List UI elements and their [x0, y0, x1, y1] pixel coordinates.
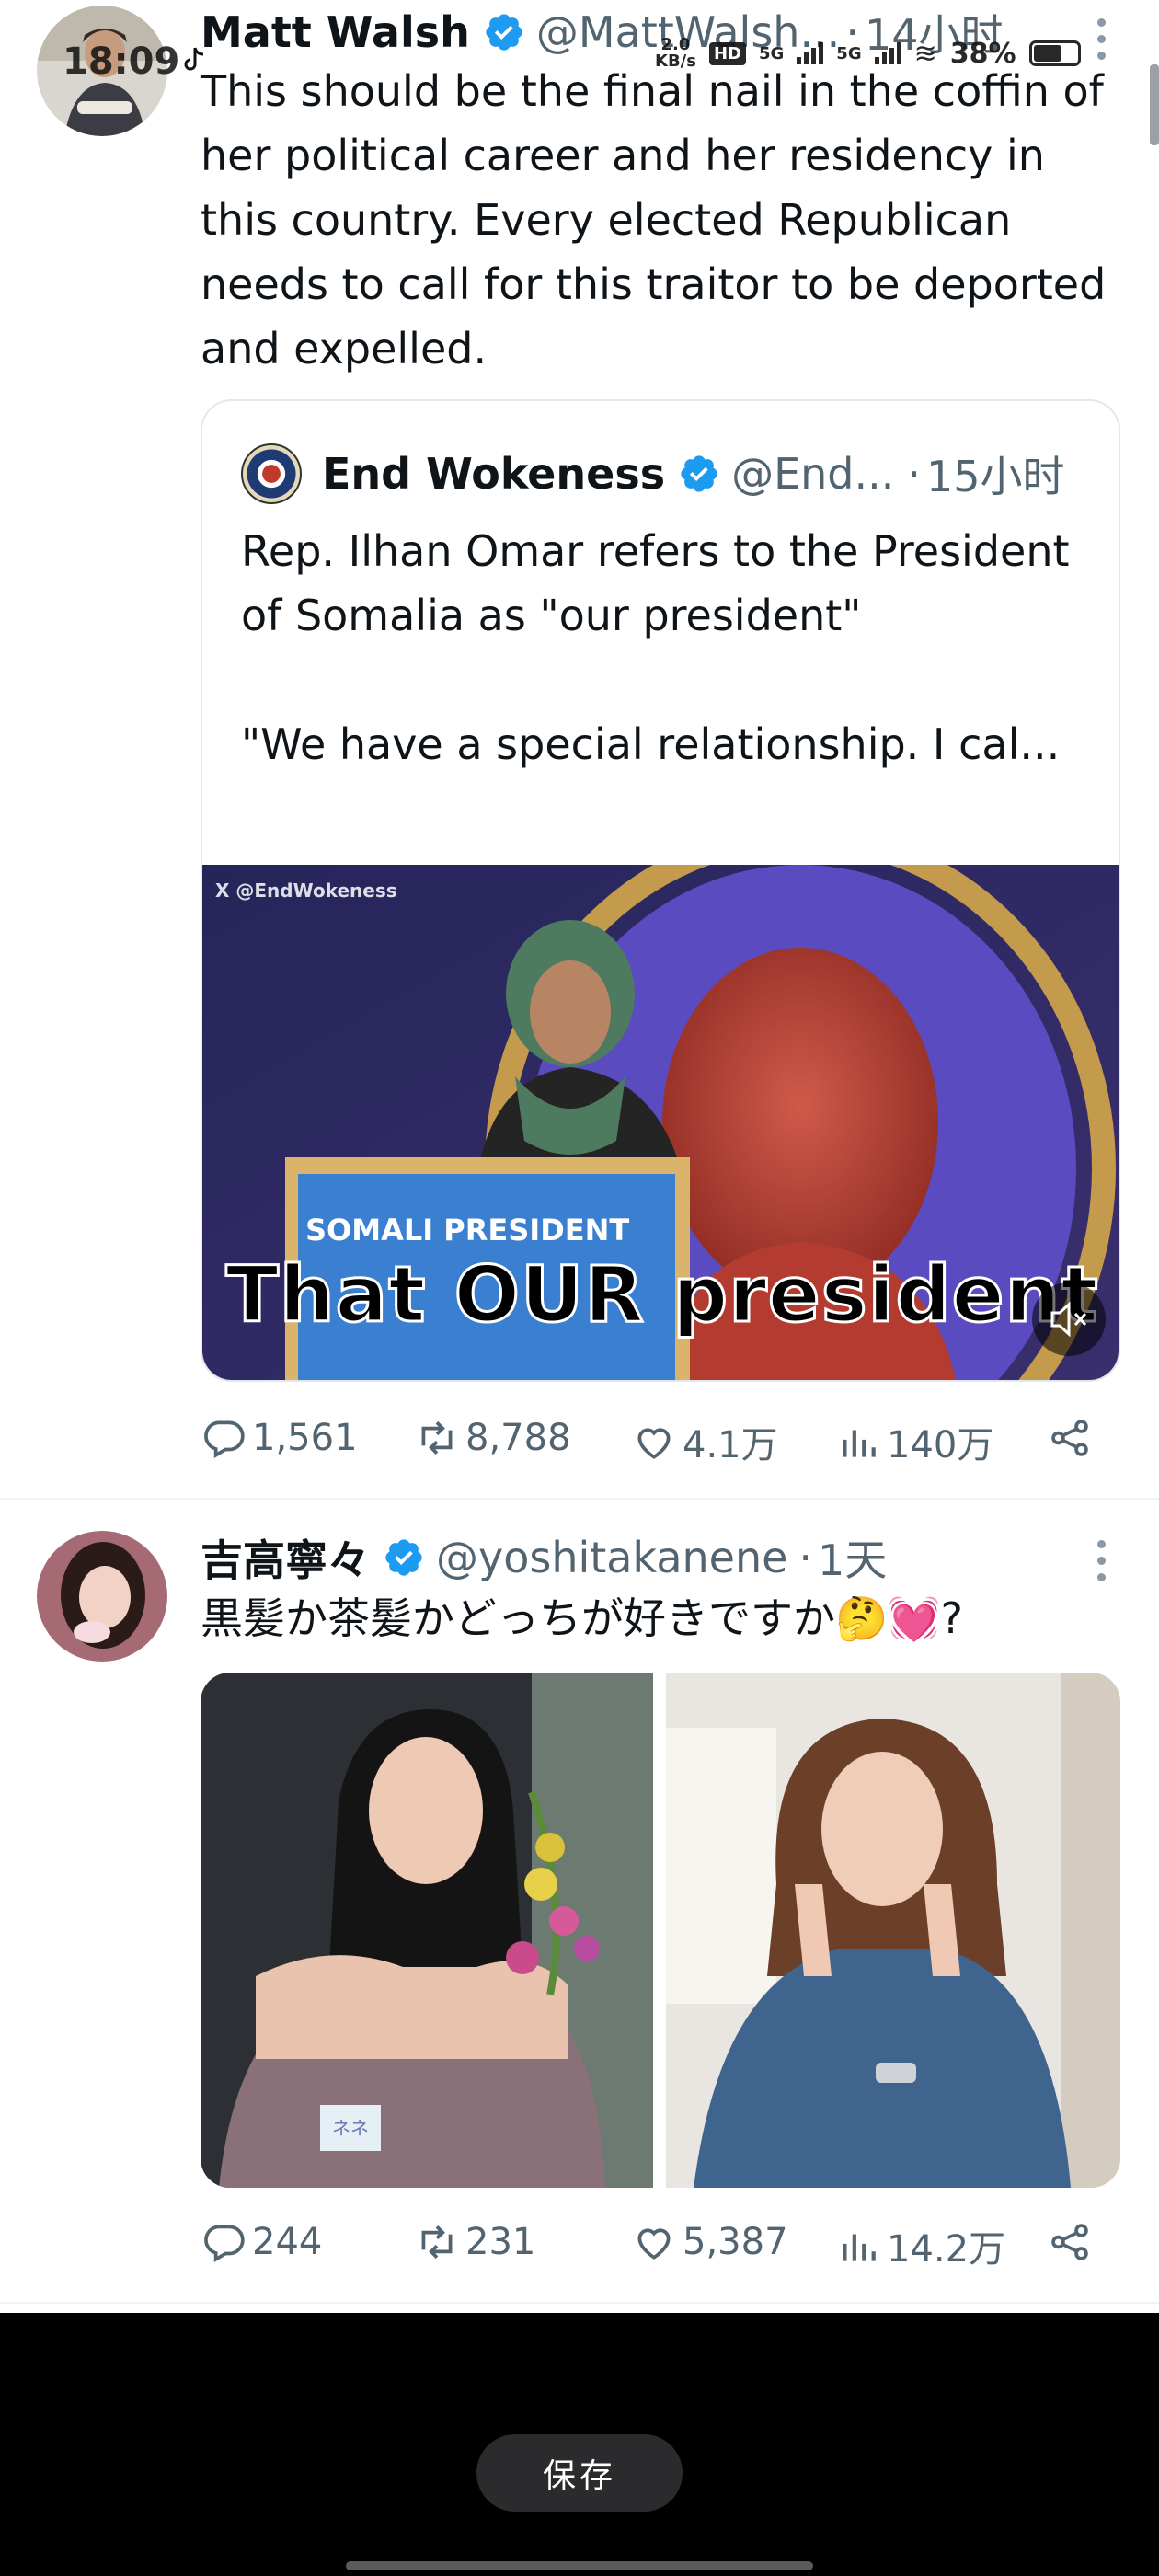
reply-count: 244	[252, 2221, 323, 2263]
tweet-divider	[0, 2302, 1159, 2304]
share-icon	[1051, 2224, 1088, 2260]
author-handle[interactable]: @yoshitakanene	[436, 1533, 787, 1582]
home-indicator[interactable]	[346, 2561, 813, 2570]
views-button[interactable]: 14.2万	[835, 2219, 1005, 2272]
bottom-bar: 保存	[0, 2313, 1159, 2576]
save-button[interactable]: 保存	[476, 2434, 683, 2512]
photo-black-hair[interactable]: ネネ	[201, 1673, 653, 2188]
repost-button[interactable]: 231	[414, 2219, 535, 2265]
view-count: 14.2万	[887, 2228, 1006, 2271]
like-count: 5,387	[683, 2221, 788, 2263]
share-button[interactable]	[1047, 2219, 1093, 2265]
reply-button[interactable]: 244	[201, 2219, 322, 2265]
author-name[interactable]: 吉高寧々	[201, 1527, 370, 1588]
photo-label: ネネ	[332, 2117, 369, 2139]
tweet-text: 黒髪か茶髪かどっちが好きですか🤔💓?	[201, 1593, 963, 1643]
timeline-feed: Matt Walsh @MattWalsh... · 14小时 This sho…	[0, 0, 1159, 2313]
views-chart-icon	[843, 2234, 876, 2261]
tweet-header: 吉高寧々 @yoshitakanene · 1天	[201, 1527, 887, 1588]
like-button[interactable]: 5,387	[631, 2219, 788, 2265]
heart-icon	[637, 2228, 671, 2260]
separator-dot: ·	[798, 1533, 813, 1582]
scrollbar[interactable]	[1150, 64, 1159, 145]
avatar[interactable]	[37, 1531, 167, 1662]
verified-badge-icon	[385, 1539, 422, 1576]
tweet-yoshitaka-nene[interactable]: 吉高寧々 @yoshitakanene · 1天 黒髪か茶髪かどっちが好きですか…	[0, 0, 1159, 2300]
reply-icon	[204, 2225, 245, 2263]
photo-grid: ネネ	[201, 1673, 1120, 2188]
tweet-actions: 244 231 5,387 14.2万	[201, 2219, 1102, 2274]
timestamp[interactable]: 1天	[818, 1527, 887, 1588]
more-options-icon[interactable]	[1097, 1540, 1106, 1581]
photo-brown-hair[interactable]	[666, 1673, 1120, 2188]
repost-icon	[421, 2225, 453, 2259]
repost-count: 231	[465, 2221, 536, 2263]
